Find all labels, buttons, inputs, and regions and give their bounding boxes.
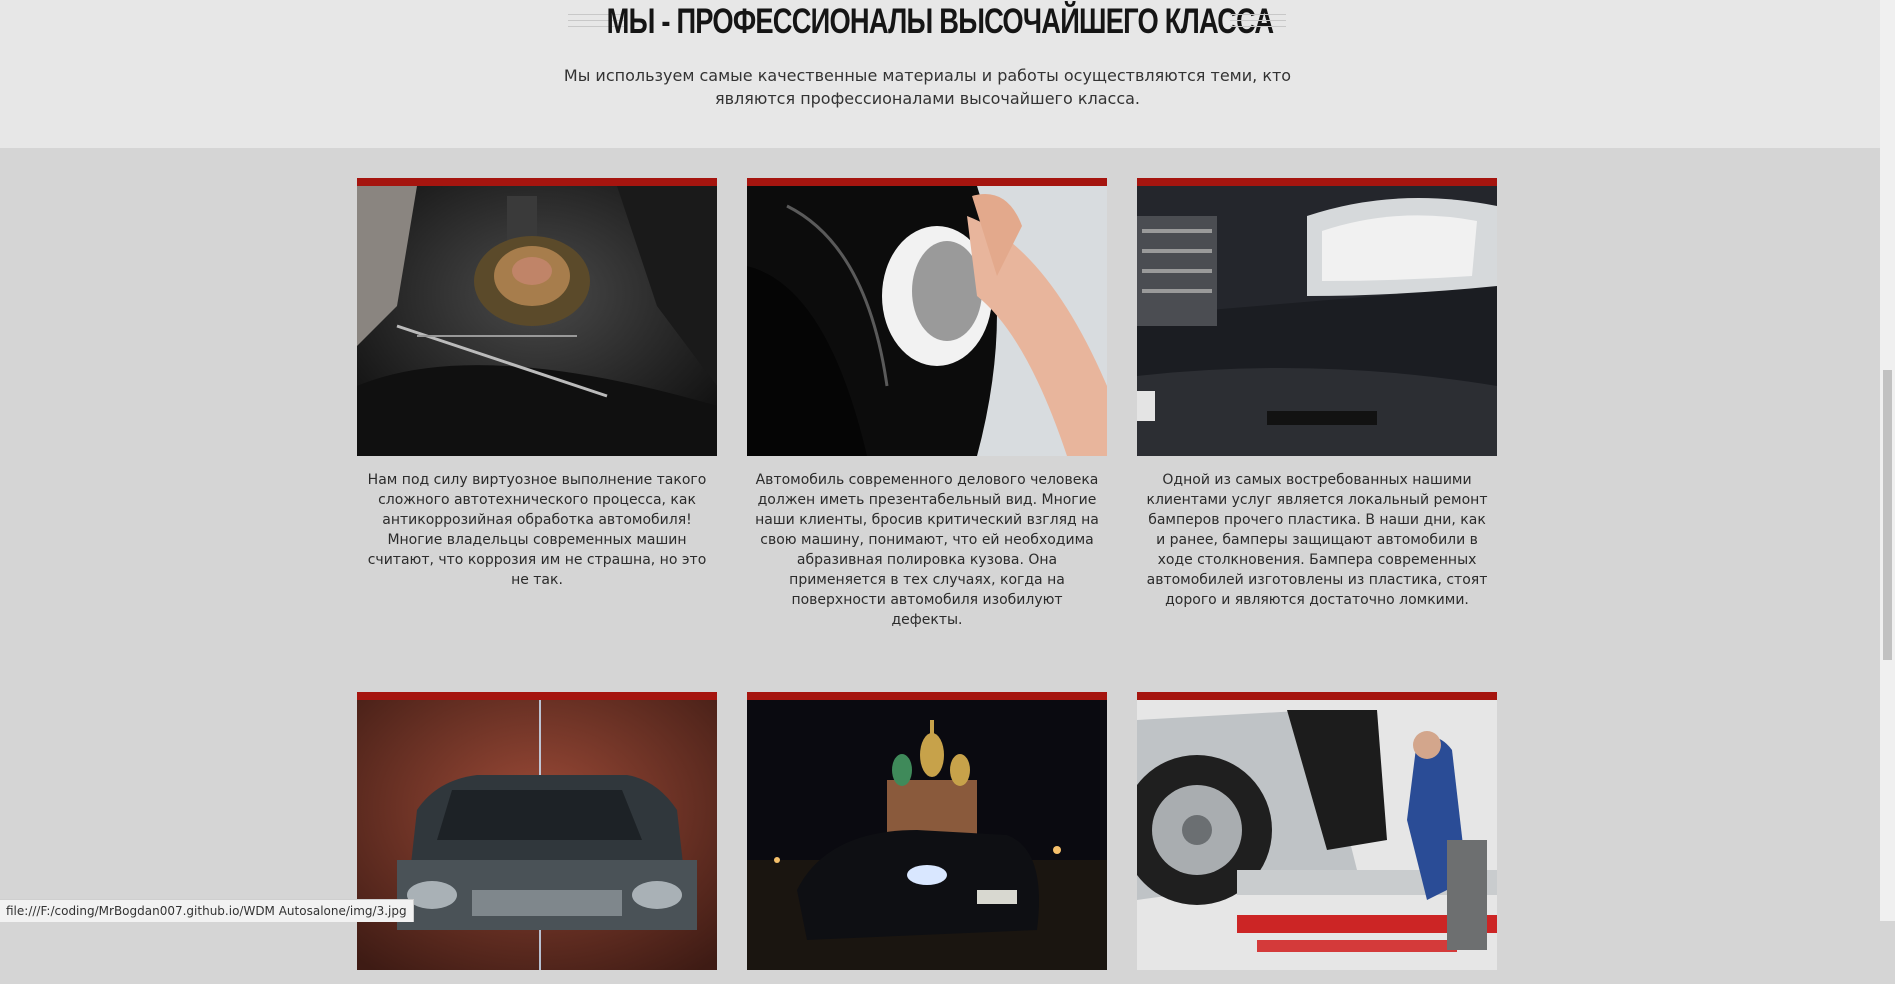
card-description: Автомобиль современного делового человек… (755, 472, 1099, 628)
crashed-suv-photo[interactable] (357, 700, 717, 970)
card-accent-bar (747, 692, 1107, 700)
service-card-polishing: Автомобиль современного делового человек… (747, 178, 1107, 630)
section-header: МЫ - ПРОФЕССИОНАЛЫ ВЫСОЧАЙШЕГО КЛАССА Мы… (0, 0, 1880, 148)
page-title: МЫ - ПРОФЕССИОНАЛЫ ВЫСОЧАЙШЕГО КЛАССА (606, 2, 1275, 41)
bumper-repair-photo[interactable] (1137, 186, 1497, 456)
service-card-anticorrosion: Нам под силу виртуозное выполнение таког… (357, 178, 717, 590)
page-subtitle: Мы используем самые качественные материа… (563, 66, 1292, 108)
service-card-body-repair (1137, 692, 1497, 984)
polishing-car-photo[interactable] (747, 186, 1107, 456)
heading-decoration-right (1230, 14, 1286, 36)
service-card-night-car (747, 692, 1107, 984)
underbody-anticorrosion-photo[interactable] (357, 186, 717, 456)
service-card-bumper-repair: Одной из самых востребованных нашими кли… (1137, 178, 1497, 610)
service-card-crash-repair (357, 692, 717, 984)
vertical-scrollbar[interactable] (1880, 0, 1895, 921)
card-accent-bar (1137, 692, 1497, 700)
card-description: Одной из самых востребованных нашими кли… (1146, 472, 1488, 608)
status-bar-url: file:///F:/coding/MrBogdan007.github.io/… (0, 899, 414, 922)
card-accent-bar (357, 178, 717, 186)
night-car-red-square-photo[interactable] (747, 700, 1107, 970)
card-accent-bar (747, 178, 1107, 186)
card-accent-bar (1137, 178, 1497, 186)
card-description: Нам под силу виртуозное выполнение таког… (367, 472, 707, 588)
scrollbar-thumb[interactable] (1883, 370, 1892, 660)
body-repair-frame-photo[interactable] (1137, 700, 1497, 970)
card-accent-bar (357, 692, 717, 700)
